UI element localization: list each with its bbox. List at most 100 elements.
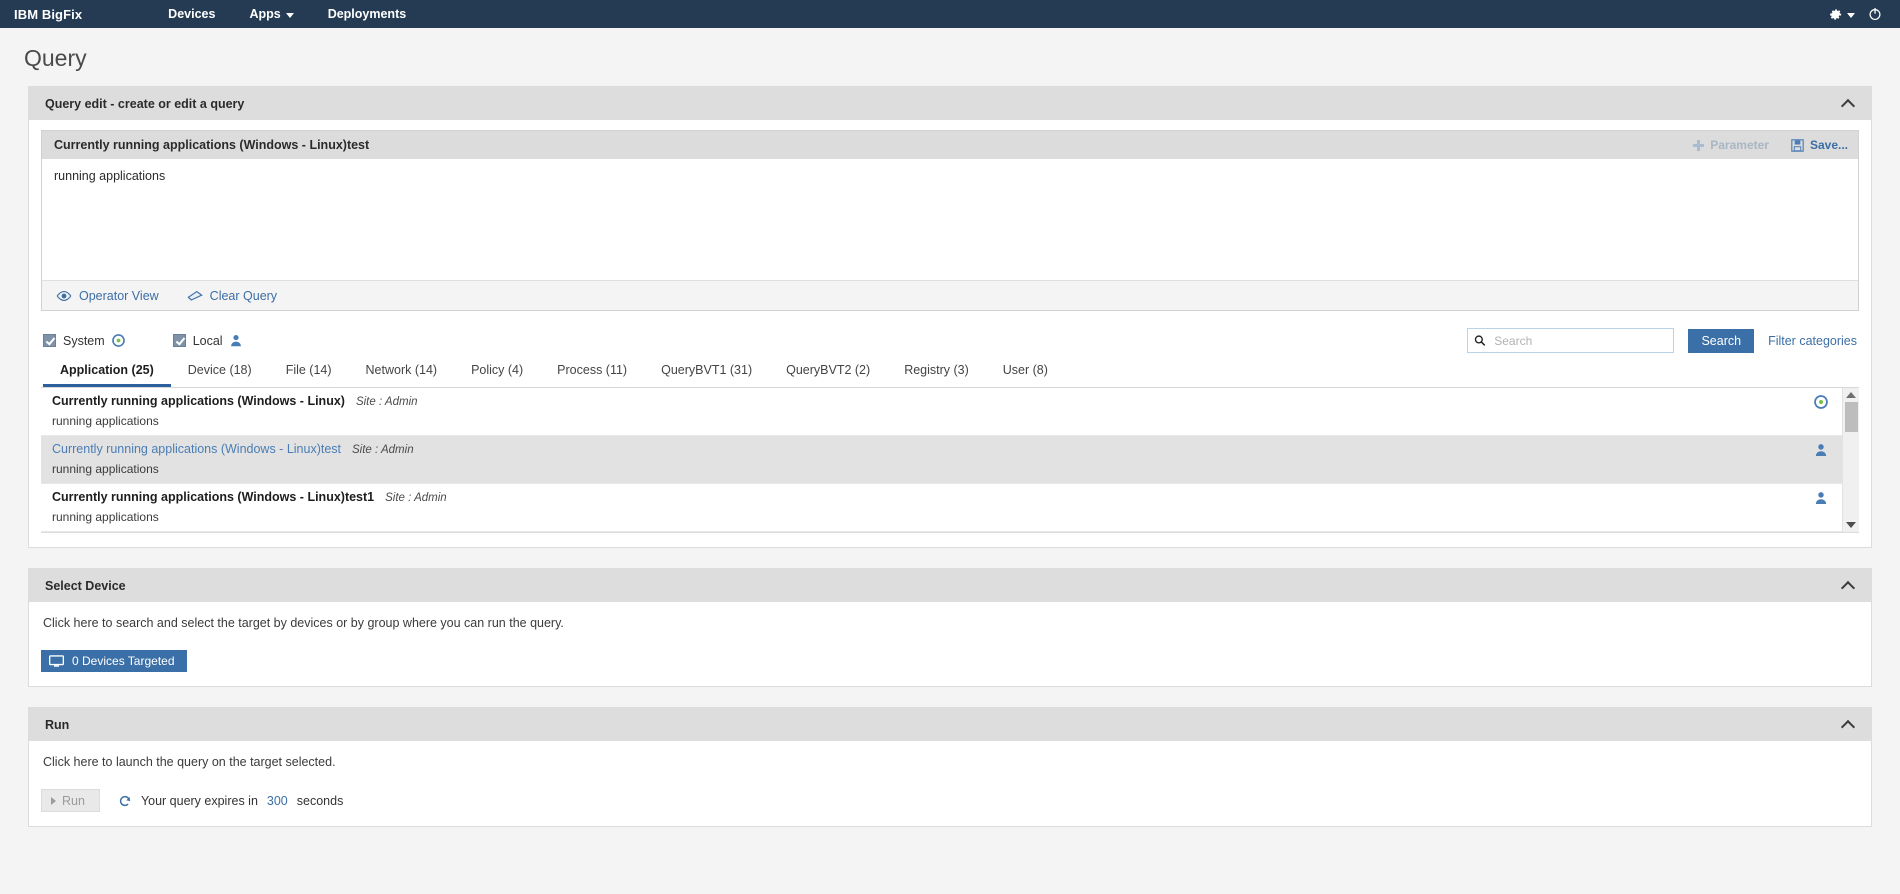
operator-view-label: Operator View xyxy=(79,288,159,303)
logout-button[interactable] xyxy=(1868,7,1882,21)
play-icon xyxy=(51,796,56,805)
scroll-down-button[interactable] xyxy=(1843,518,1859,532)
select-device-panel-body: Click here to search and select the targ… xyxy=(29,602,1871,686)
result-site: Site : Admin xyxy=(352,444,414,456)
add-parameter-button[interactable]: Parameter xyxy=(1693,138,1769,152)
run-panel-title: Run xyxy=(45,717,70,732)
search-icon xyxy=(1475,335,1486,346)
result-type-icon-wrap xyxy=(1810,490,1832,505)
devices-targeted-label: 0 Devices Targeted xyxy=(72,654,175,668)
plus-icon xyxy=(1693,139,1705,151)
select-device-panel: Select Device Click here to search and s… xyxy=(28,568,1872,687)
table-row[interactable]: Currently running applications (Windows … xyxy=(41,388,1842,436)
select-device-panel-header[interactable]: Select Device xyxy=(29,569,1871,602)
select-device-panel-title: Select Device xyxy=(45,578,126,593)
run-panel-body: Click here to launch the query on the ta… xyxy=(29,741,1871,826)
chevron-up-icon[interactable] xyxy=(1842,718,1855,731)
result-description: running applications xyxy=(52,414,159,428)
chevron-up-icon[interactable] xyxy=(1842,97,1855,110)
table-row[interactable]: Currently running applications (Windows … xyxy=(41,436,1842,484)
result-title-line: Currently running applications (Windows … xyxy=(52,442,1810,456)
devices-targeted-button[interactable]: 0 Devices Targeted xyxy=(41,650,187,672)
operator-view-button[interactable]: Operator View xyxy=(56,289,159,303)
filter-system-label: System xyxy=(63,333,105,348)
query-editor-box: Currently running applications (Windows … xyxy=(41,130,1859,311)
query-expiry-status: Your query expires in 300 seconds xyxy=(118,794,343,808)
run-button[interactable]: Run xyxy=(41,789,100,812)
settings-menu-button[interactable] xyxy=(1828,7,1855,22)
clear-query-label: Clear Query xyxy=(209,288,278,303)
nav-link-devices[interactable]: Devices xyxy=(168,7,215,21)
nav-link-deployments[interactable]: Deployments xyxy=(328,7,407,21)
query-edit-panel-header[interactable]: Query edit - create or edit a query xyxy=(29,87,1871,120)
system-clock-icon xyxy=(1814,395,1828,409)
scrollbar-thumb[interactable] xyxy=(1844,402,1858,432)
query-editor-actions: Parameter Save... xyxy=(1693,138,1848,152)
nav-link-apps-label: Apps xyxy=(249,7,281,21)
refresh-icon[interactable] xyxy=(118,794,132,808)
tab-application[interactable]: Application (25) xyxy=(43,357,171,387)
filter-categories-link[interactable]: Filter categories xyxy=(1768,334,1857,348)
tab-file[interactable]: File (14) xyxy=(269,357,349,387)
query-edit-panel-title: Query edit - create or edit a query xyxy=(45,96,245,111)
nav-link-deployments-label: Deployments xyxy=(327,7,407,21)
tab-network[interactable]: Network (14) xyxy=(349,357,455,387)
tab-querybvt2[interactable]: QueryBVT2 (2) xyxy=(769,357,887,387)
user-icon xyxy=(1815,492,1827,504)
nav-link-apps[interactable]: Apps xyxy=(249,7,294,21)
result-title: Currently running applications (Windows … xyxy=(52,394,345,408)
user-icon xyxy=(230,334,241,347)
select-device-hint: Click here to search and select the targ… xyxy=(43,616,564,630)
query-input[interactable] xyxy=(42,159,1858,277)
search-input[interactable] xyxy=(1492,332,1668,349)
tab-device[interactable]: Device (18) xyxy=(171,357,269,387)
save-floppy-icon xyxy=(1791,138,1804,152)
nav-links: Devices Apps Deployments xyxy=(168,7,406,21)
tab-user[interactable]: User (8) xyxy=(986,357,1065,387)
result-type-icon-wrap xyxy=(1810,442,1832,457)
gear-icon xyxy=(1830,8,1842,20)
query-editor-header: Currently running applications (Windows … xyxy=(42,131,1858,159)
query-edit-panel: Query edit - create or edit a query Curr… xyxy=(28,86,1872,548)
expiry-seconds: 300 xyxy=(266,793,288,808)
result-site: Site : Admin xyxy=(385,492,447,504)
eraser-icon xyxy=(187,290,203,301)
tab-process[interactable]: Process (11) xyxy=(540,357,644,387)
tab-registry[interactable]: Registry (3) xyxy=(887,357,986,387)
top-navbar: IBM BigFix Devices Apps Deployments xyxy=(0,0,1900,28)
tab-policy[interactable]: Policy (4) xyxy=(454,357,540,387)
add-parameter-label: Parameter xyxy=(1710,138,1769,152)
scroll-up-button[interactable] xyxy=(1843,388,1859,402)
result-type-icon-wrap xyxy=(1810,394,1832,409)
eye-icon xyxy=(56,290,72,301)
save-query-label: Save... xyxy=(1809,138,1848,152)
filter-system-checkbox[interactable]: System xyxy=(43,334,125,348)
system-clock-icon xyxy=(111,334,125,347)
chevron-up-icon[interactable] xyxy=(1842,579,1855,592)
category-tabs: Application (25) Device (18) File (14) N… xyxy=(41,357,1859,388)
navbar-right-icons xyxy=(1828,7,1886,22)
filter-local-checkbox[interactable]: Local xyxy=(172,334,242,348)
checkbox-checked-icon[interactable] xyxy=(172,334,186,347)
run-panel-header[interactable]: Run xyxy=(29,708,1871,741)
nav-link-devices-label: Devices xyxy=(168,7,216,21)
tab-querybvt1[interactable]: QueryBVT1 (31) xyxy=(644,357,769,387)
result-title: Currently running applications (Windows … xyxy=(52,490,375,504)
table-row[interactable]: Currently running applications (Windows … xyxy=(41,484,1842,532)
search-button[interactable]: Search xyxy=(1688,328,1755,353)
result-title-line: Currently running applications (Windows … xyxy=(52,490,1810,504)
clear-query-button[interactable]: Clear Query xyxy=(187,289,277,303)
query-name: Currently running applications (Windows … xyxy=(54,138,370,152)
checkbox-checked-icon[interactable] xyxy=(43,334,56,347)
result-title: Currently running applications (Windows … xyxy=(52,442,342,456)
chevron-down-icon xyxy=(1847,12,1855,18)
save-query-button[interactable]: Save... xyxy=(1791,138,1848,152)
expiry-suffix: seconds xyxy=(296,793,344,808)
page-title: Query xyxy=(24,45,87,71)
run-hint: Click here to launch the query on the ta… xyxy=(43,755,336,769)
triangle-up-icon xyxy=(1846,392,1856,398)
search-area: Search Filter categories xyxy=(1467,328,1857,353)
results-scrollbar[interactable] xyxy=(1842,388,1859,532)
search-box[interactable] xyxy=(1467,328,1675,353)
query-edit-panel-body: Currently running applications (Windows … xyxy=(29,120,1871,547)
